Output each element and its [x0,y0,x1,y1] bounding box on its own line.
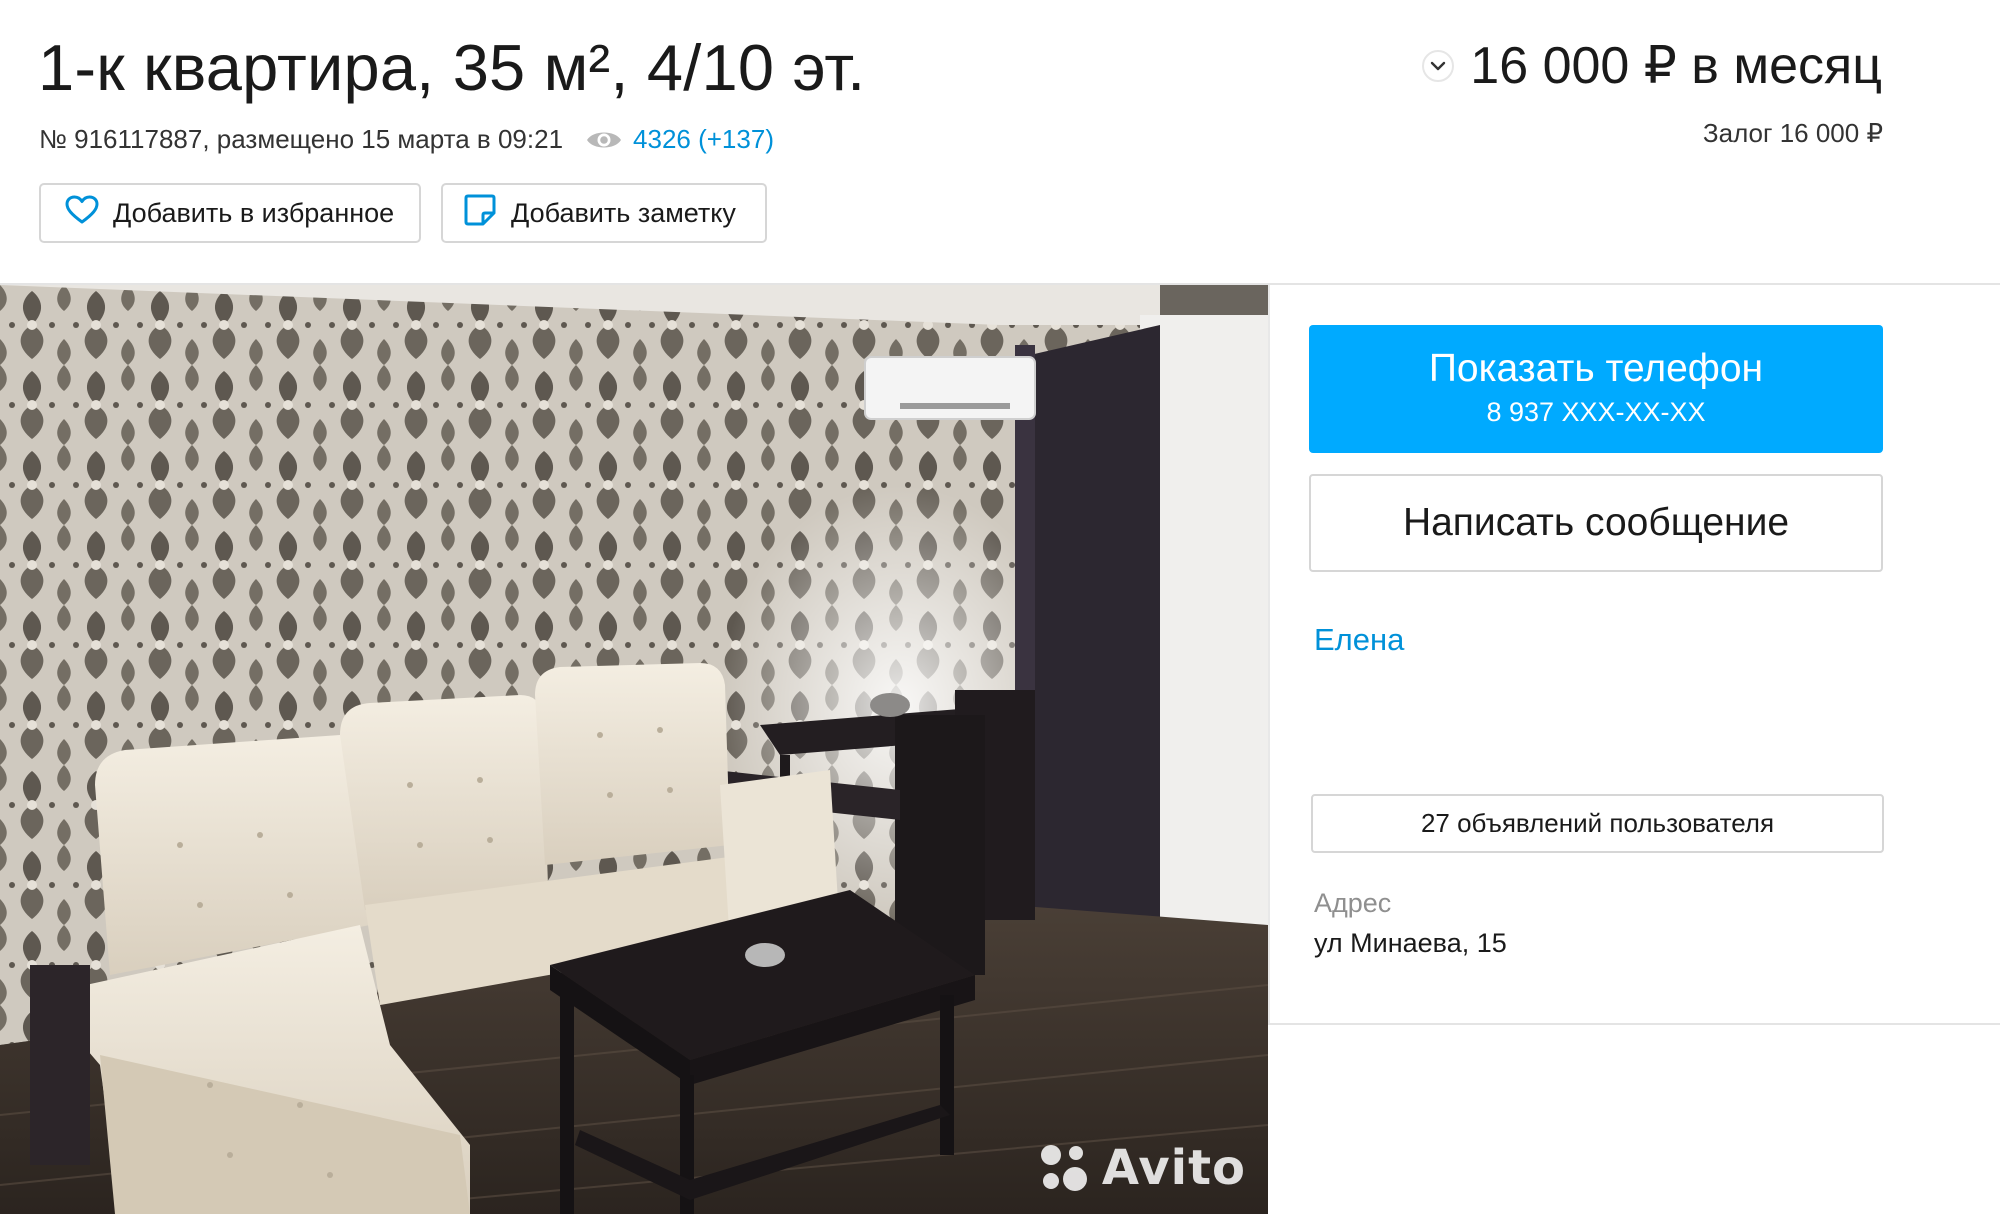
listing-meta: № 916117887, размещено 15 марта в 09:21 … [39,124,774,155]
avito-logo-icon [1040,1145,1087,1191]
seller-name-link[interactable]: Елена [1314,622,1404,658]
address-label: Адрес [1314,888,1392,918]
avito-watermark: Avito [1036,1140,1246,1196]
watermark-text: Avito [1101,1140,1246,1196]
address-value: ул Минаева, 15 [1314,928,1507,958]
add-note-label: Добавить заметку [511,197,736,228]
heart-icon [65,195,113,232]
show-phone-button[interactable]: Показать телефон 8 937 XXX-XX-XX [1309,325,1883,453]
write-message-button[interactable]: Написать сообщение [1309,474,1883,572]
add-to-favorites-button[interactable]: Добавить в избранное [39,183,421,243]
sidebar-divider [1268,285,1270,1025]
sidebar-bottom-divider [1268,1023,2000,1025]
chevron-down-icon[interactable] [1422,50,1455,82]
eye-icon [585,127,623,153]
add-note-button[interactable]: Добавить заметку [441,183,767,243]
listing-photo[interactable]: Avito [0,285,1268,1214]
seller-ads-button[interactable]: 27 объявлений пользователя [1311,794,1884,853]
views-count[interactable]: 4326 (+137) [633,124,774,155]
price-block: 16 000 ₽ в месяц [1422,36,1882,96]
add-to-favorites-label: Добавить в избранное [113,197,395,228]
show-phone-label: Показать телефон [1428,347,1764,390]
listing-id-date: № 916117887, размещено 15 марта в 09:21 [39,124,564,154]
deposit: Залог 16 000 ₽ [1702,118,1883,148]
price: 16 000 ₽ в месяц [1470,37,1882,95]
masked-phone: 8 937 XXX-XX-XX [1486,397,1706,427]
sticky-note-icon [463,193,511,234]
listing-title: 1-к квартира, 35 м², 4/10 эт. [38,31,866,104]
